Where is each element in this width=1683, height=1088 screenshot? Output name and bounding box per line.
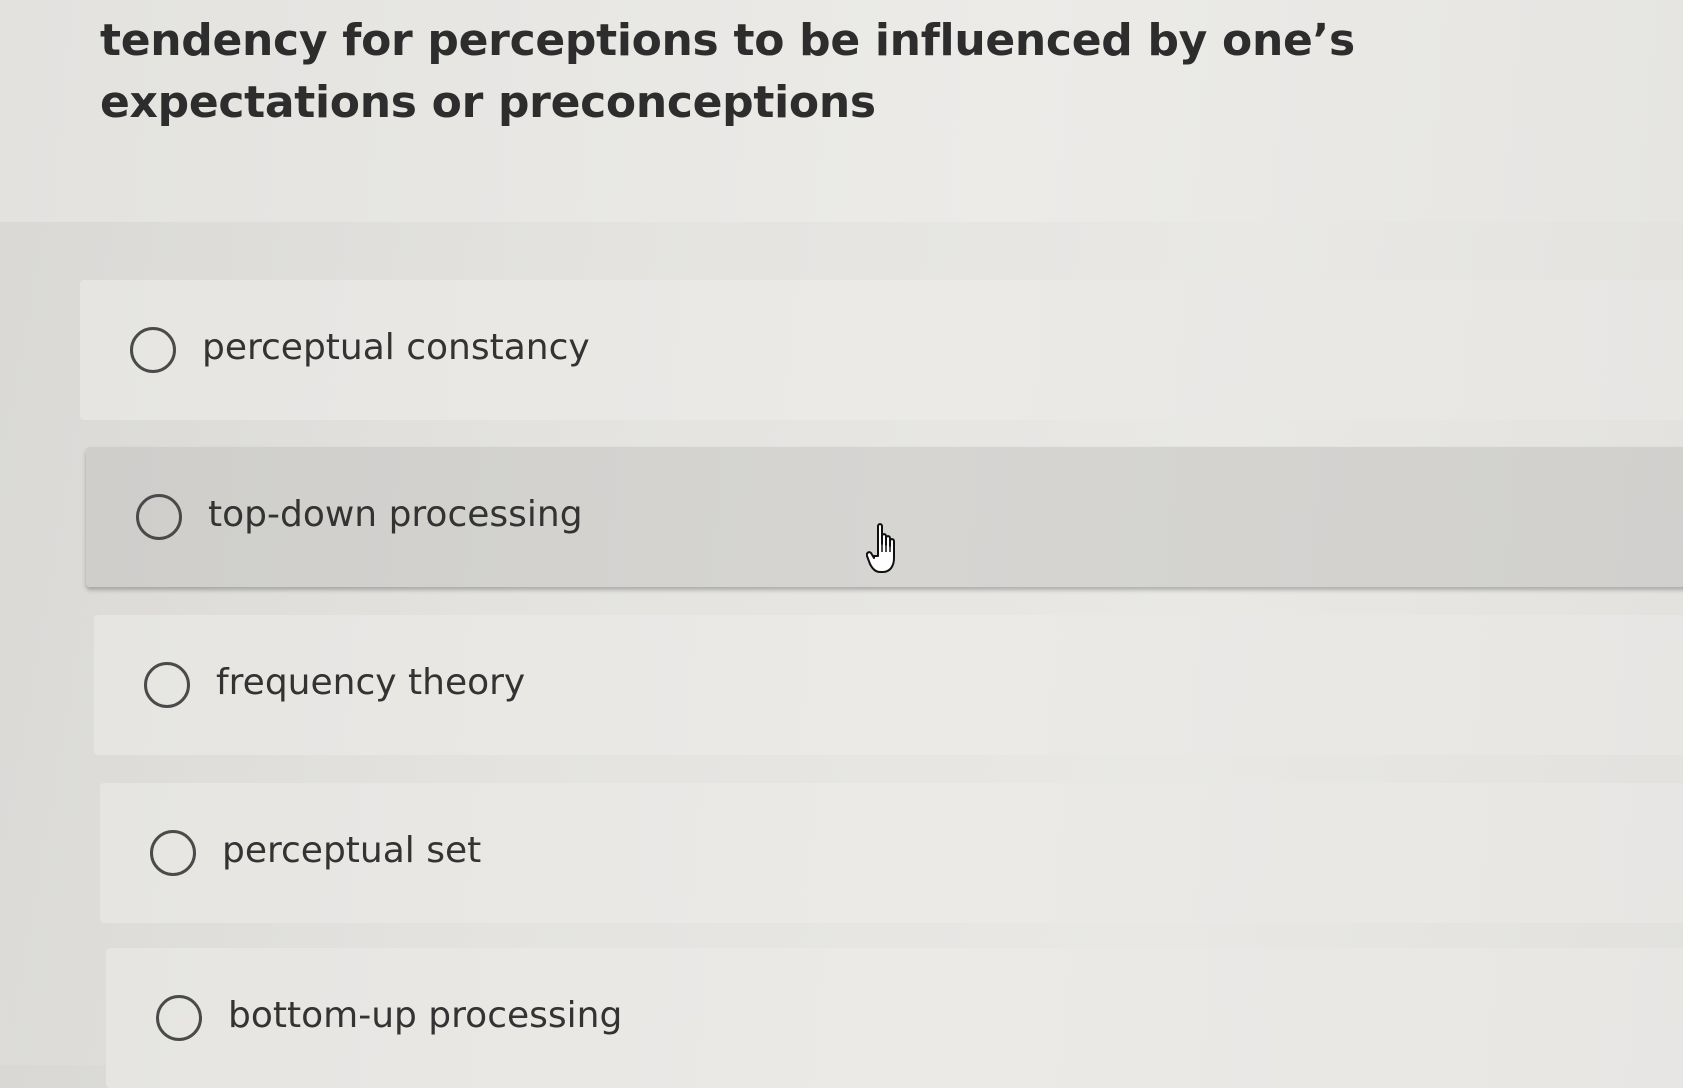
option-frequency-theory[interactable]: frequency theory (94, 615, 1683, 755)
radio-button[interactable] (150, 830, 196, 876)
radio-button[interactable] (136, 494, 182, 540)
option-label: perceptual constancy (202, 327, 590, 368)
option-perceptual-set[interactable]: perceptual set (100, 783, 1683, 923)
option-label: frequency theory (216, 662, 526, 703)
option-label: perceptual set (222, 830, 482, 871)
option-bottom-up-processing[interactable]: bottom-up processing (106, 948, 1683, 1088)
radio-button[interactable] (156, 995, 202, 1041)
option-label: top-down processing (208, 494, 583, 535)
option-perceptual-constancy[interactable]: perceptual constancy (80, 280, 1683, 420)
answer-options: perceptual constancy top-down processing… (0, 0, 1683, 1088)
option-label: bottom-up processing (228, 995, 623, 1036)
radio-button[interactable] (144, 662, 190, 708)
hand-pointer-icon (866, 523, 895, 573)
radio-button[interactable] (130, 327, 176, 373)
